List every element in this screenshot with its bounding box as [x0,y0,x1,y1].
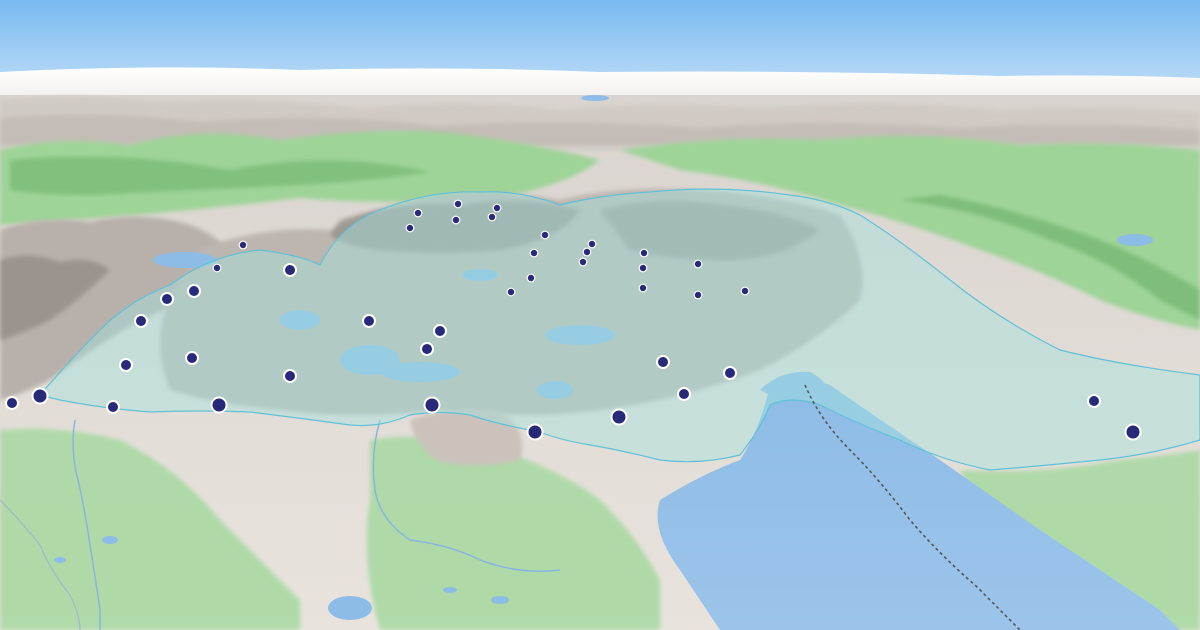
terrain-map[interactable] [0,0,1200,630]
map-marker[interactable] [487,212,497,222]
lake [328,596,372,620]
map-marker[interactable] [185,351,199,365]
map-marker[interactable] [134,314,148,328]
map-marker[interactable] [119,358,133,372]
map-marker[interactable] [1124,423,1142,441]
map-marker[interactable] [587,239,597,249]
map-marker[interactable] [212,263,222,273]
map-marker[interactable] [677,387,691,401]
map-marker[interactable] [492,203,502,213]
map-marker[interactable] [453,199,463,209]
map-marker[interactable] [610,408,628,426]
map-marker[interactable] [638,283,648,293]
map-marker[interactable] [451,215,461,225]
map-marker[interactable] [723,366,737,380]
map-marker[interactable] [362,314,376,328]
map-marker[interactable] [656,355,670,369]
map-marker[interactable] [283,263,297,277]
map-marker[interactable] [423,396,441,414]
map-marker[interactable] [529,248,539,258]
map-marker[interactable] [740,286,750,296]
lake [581,95,609,101]
map-marker[interactable] [106,400,120,414]
map-marker[interactable] [693,290,703,300]
lake [443,587,457,593]
map-marker[interactable] [238,240,248,250]
map-marker[interactable] [693,259,703,269]
map-marker[interactable] [540,230,550,240]
map-marker[interactable] [639,248,649,258]
map-marker[interactable] [582,247,592,257]
lake [491,596,509,604]
map-marker[interactable] [160,292,174,306]
map-marker[interactable] [506,287,516,297]
map-marker[interactable] [420,342,434,356]
lake [102,536,118,544]
lake [1117,234,1153,246]
map-marker[interactable] [1087,394,1101,408]
map-marker[interactable] [413,208,423,218]
map-marker[interactable] [526,423,544,441]
map-marker[interactable] [210,396,228,414]
map-marker[interactable] [578,257,588,267]
map-marker[interactable] [283,369,297,383]
map-marker[interactable] [638,263,648,273]
map-marker[interactable] [31,387,49,405]
map-view[interactable] [0,0,1200,630]
map-marker[interactable] [187,284,201,298]
map-marker[interactable] [5,396,19,410]
lake [54,557,66,563]
map-marker[interactable] [405,223,415,233]
map-marker[interactable] [433,324,447,338]
map-marker[interactable] [526,273,536,283]
